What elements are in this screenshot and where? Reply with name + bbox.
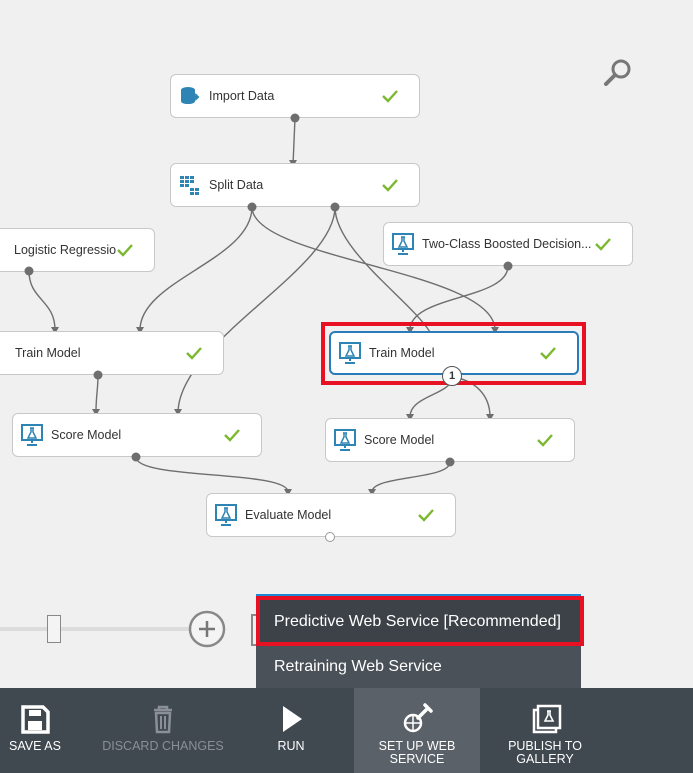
- menu-item-label: Retraining Web Service: [274, 658, 442, 675]
- connector-train1-score1: [95, 374, 99, 413]
- discard-changes-label: DISCARD CHANGES: [102, 739, 224, 753]
- output-port[interactable]: [290, 113, 300, 123]
- set-up-web-service-label: SET UP WEB SERVICE: [378, 739, 456, 766]
- connector-logreg-train1: [28, 270, 56, 331]
- module-label: Train Model: [369, 346, 435, 360]
- menu-accent-line: [256, 594, 581, 597]
- output-port[interactable]: [93, 370, 103, 380]
- save-as-button[interactable]: SAVE AS: [0, 688, 70, 773]
- module-train-model-left[interactable]: Train Model: [0, 331, 224, 375]
- output-port[interactable]: [330, 202, 340, 212]
- split-table-icon: [179, 174, 201, 196]
- save-as-label: SAVE AS: [9, 739, 61, 753]
- run-label: RUN: [277, 739, 305, 753]
- output-port[interactable]: [131, 452, 141, 462]
- output-port[interactable]: [445, 457, 455, 467]
- output-port[interactable]: [247, 202, 257, 212]
- checkmark-icon: [186, 347, 202, 360]
- zoom-slider-track[interactable]: [0, 627, 190, 631]
- menu-item-label: Predictive Web Service [Recommended]: [274, 613, 561, 630]
- module-score-model-left[interactable]: Score Model: [12, 413, 262, 457]
- run-button[interactable]: RUN: [256, 688, 326, 773]
- module-evaluate-model[interactable]: Evaluate Model: [206, 493, 456, 537]
- database-icon: [179, 85, 201, 107]
- flask-monitor-icon: [334, 429, 356, 451]
- save-icon: [21, 705, 50, 734]
- flask-monitor-icon: [215, 504, 237, 526]
- zoom-in-icon[interactable]: [188, 610, 226, 648]
- module-label: Evaluate Model: [245, 508, 332, 522]
- checkmark-icon: [537, 434, 553, 447]
- menu-item-retraining-web-service[interactable]: Retraining Web Service: [256, 644, 581, 690]
- module-score-model-right[interactable]: Score Model: [325, 418, 575, 462]
- checkmark-icon: [540, 347, 556, 360]
- checkmark-icon: [595, 238, 611, 251]
- play-icon: [283, 706, 302, 732]
- connector-score2-eval: [371, 461, 451, 493]
- web-service-dropdown: Predictive Web Service [Recommended] Ret…: [256, 594, 581, 690]
- web-service-setup-icon: [403, 703, 433, 733]
- checkmark-icon: [418, 509, 434, 522]
- module-split-data[interactable]: Split Data: [170, 163, 420, 207]
- output-port[interactable]: [325, 532, 335, 542]
- zoom-slider-thumb[interactable]: [47, 615, 61, 643]
- module-label: Split Data: [209, 178, 264, 192]
- discard-changes-button[interactable]: DISCARD CHANGES: [98, 688, 228, 773]
- module-label: Two-Class Boosted Decision...: [422, 237, 592, 251]
- module-two-class-boosted-decision-tree[interactable]: Two-Class Boosted Decision...: [383, 222, 633, 266]
- checkmark-icon: [224, 429, 240, 442]
- module-import-data[interactable]: Import Data: [170, 74, 420, 118]
- flask-monitor-icon: [392, 233, 414, 255]
- trash-icon: [154, 705, 172, 734]
- search-icon[interactable]: [602, 57, 634, 89]
- menu-item-predictive-web-service[interactable]: Predictive Web Service [Recommended]: [256, 599, 581, 645]
- connector-split-train1: [139, 206, 253, 331]
- publish-to-gallery-button[interactable]: PUBLISH TO GALLERY: [480, 688, 610, 773]
- set-up-web-service-button[interactable]: SET UP WEB SERVICE: [354, 688, 480, 773]
- flask-monitor-icon: [339, 342, 361, 364]
- checkmark-icon: [117, 244, 133, 257]
- flask-monitor-icon: [0, 342, 7, 364]
- connector-score1-eval: [135, 456, 289, 493]
- output-port[interactable]: [24, 266, 34, 276]
- module-label: Logistic Regression: [14, 243, 116, 257]
- connector-split-score1: [177, 206, 336, 413]
- output-port-badge[interactable]: 1: [442, 366, 462, 386]
- checkmark-icon: [382, 179, 398, 192]
- publish-to-gallery-label: PUBLISH TO GALLERY: [508, 739, 582, 766]
- publish-gallery-icon: [532, 704, 562, 734]
- connector-import-split: [292, 117, 296, 166]
- experiment-canvas[interactable]: Import Data Split Data Logistic Regressi…: [0, 0, 693, 688]
- module-logistic-regression[interactable]: Logistic Regression: [0, 228, 155, 272]
- bottom-command-bar: SAVE AS DISCARD CHANGES RUN SET UP WEB S…: [0, 688, 693, 773]
- module-label: Score Model: [364, 433, 435, 447]
- output-port[interactable]: [503, 261, 513, 271]
- checkmark-icon: [382, 90, 398, 103]
- offscreen-icon: [0, 239, 4, 261]
- module-label: Import Data: [209, 89, 275, 103]
- module-label: Score Model: [51, 428, 122, 442]
- flask-monitor-icon: [21, 424, 43, 446]
- module-label: Train Model: [15, 346, 81, 360]
